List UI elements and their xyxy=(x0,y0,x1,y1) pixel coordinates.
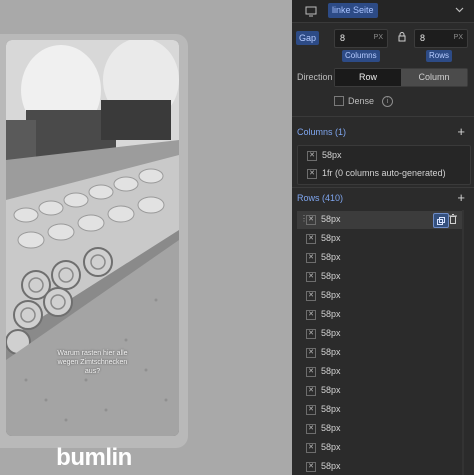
direction-column-button[interactable]: Column xyxy=(401,69,467,86)
phone-frame: Warum rasten hier alle wegen Zimtschneck… xyxy=(0,34,188,471)
gap-rows-label: Rows xyxy=(426,50,453,62)
panel-topbar: linke Seite xyxy=(292,0,474,23)
brand-logo: bumlin xyxy=(56,444,132,471)
row-track-item[interactable]: ✕ 58px xyxy=(297,458,462,475)
grid-track-icon: ✕ xyxy=(306,234,316,244)
grid-track-icon: ✕ xyxy=(306,253,316,263)
column-track-item[interactable]: ✕ 1fr (0 columns auto-generated) xyxy=(298,165,470,183)
grid-track-icon: ✕ xyxy=(306,367,316,377)
columns-section-title[interactable]: Columns (1) xyxy=(297,127,346,137)
direction-toggle: Row Column xyxy=(334,68,468,87)
direction-row-button[interactable]: Row xyxy=(335,69,401,86)
row-track-size: 58px xyxy=(321,347,341,357)
dense-label: Dense xyxy=(348,96,375,106)
grid-track-icon: ✕ xyxy=(307,169,317,179)
row-track-size: 58px xyxy=(321,214,341,224)
add-row-plus-icon[interactable]: + xyxy=(457,191,465,204)
gap-columns-unit[interactable]: PX xyxy=(374,34,383,41)
row-track-item[interactable]: ✕ 58px xyxy=(297,439,462,457)
lock-icon[interactable] xyxy=(398,32,406,44)
column-track-size: 1fr (0 columns auto-generated) xyxy=(322,168,446,178)
gap-columns-value: 8 xyxy=(340,33,346,43)
column-track-size: 58px xyxy=(322,150,342,160)
row-track-size: 58px xyxy=(321,290,341,300)
rows-list: ⋮ ✕ 58px ✕ 58px ✕ 58px ✕ 58px ✕ 58px ✕ 58px ✕… xyxy=(297,210,469,475)
row-track-size: 58px xyxy=(321,252,341,262)
row-track-item[interactable]: ✕ 58px xyxy=(297,306,462,324)
divider xyxy=(292,116,474,117)
add-column-plus-icon[interactable]: + xyxy=(457,125,465,138)
row-track-item[interactable]: ✕ 58px xyxy=(297,420,462,438)
desktop-icon[interactable] xyxy=(304,4,318,18)
row-track-size: 58px xyxy=(321,271,341,281)
dense-checkbox[interactable] xyxy=(334,96,344,106)
caption-line: Warum rasten hier alle xyxy=(57,350,128,357)
grid-track-icon: ✕ xyxy=(306,462,316,472)
rows-section-title[interactable]: Rows (410) xyxy=(297,193,343,203)
caption-line: wegen Zimtschnecken xyxy=(57,359,128,366)
grid-settings-panel: linke Seite Gap 8 PX 8 PX Columns Rows D… xyxy=(292,0,474,475)
canvas-area: Warum rasten hier alle wegen Zimtschneck… xyxy=(0,0,292,475)
grid-track-icon: ✕ xyxy=(306,424,316,434)
caption-line: aus? xyxy=(84,368,101,375)
grid-track-icon: ✕ xyxy=(306,348,316,358)
grid-track-icon: ✕ xyxy=(306,386,316,396)
trash-icon[interactable] xyxy=(449,214,457,226)
row-track-item[interactable]: ✕ 58px xyxy=(297,268,462,286)
row-track-item[interactable]: ✕ 58px xyxy=(297,401,462,419)
hero-image[interactable]: Warum rasten hier alle wegen Zimtschneck… xyxy=(6,40,179,436)
gap-rows-unit[interactable]: PX xyxy=(454,34,463,41)
divider xyxy=(292,187,474,188)
row-track-size: 58px xyxy=(321,423,341,433)
columns-list: ✕ 58px ✕ 1fr (0 columns auto-generated) xyxy=(297,145,471,185)
grid-track-icon: ✕ xyxy=(306,443,316,453)
row-track-size: 58px xyxy=(321,404,341,414)
direction-label: Direction xyxy=(297,72,333,82)
row-track-item[interactable]: ✕ 58px xyxy=(297,325,462,343)
row-track-item[interactable]: ✕ 58px xyxy=(297,249,462,267)
row-track-item[interactable]: ✕ 58px xyxy=(297,344,462,362)
grid-track-icon: ✕ xyxy=(306,310,316,320)
row-track-item[interactable]: ⋮ ✕ 58px xyxy=(297,211,462,229)
image-caption: Warum rasten hier alle wegen Zimtschneck… xyxy=(6,349,179,376)
gap-columns-input[interactable]: 8 PX xyxy=(334,29,388,48)
gap-columns-label: Columns xyxy=(342,50,380,62)
row-track-size: 58px xyxy=(321,309,341,319)
row-track-size: 58px xyxy=(321,461,341,471)
grid-track-icon: ✕ xyxy=(306,291,316,301)
row-track-item[interactable]: ✕ 58px xyxy=(297,287,462,305)
row-track-size: 58px xyxy=(321,328,341,338)
column-track-item[interactable]: ✕ 58px xyxy=(298,147,470,165)
row-track-size: 58px xyxy=(321,385,341,395)
gap-label[interactable]: Gap xyxy=(296,31,320,45)
grid-track-icon: ✕ xyxy=(307,151,317,161)
chevron-down-icon[interactable] xyxy=(455,5,464,16)
duplicate-icon[interactable] xyxy=(433,213,449,228)
row-track-item[interactable]: ✕ 58px xyxy=(297,363,462,381)
gap-rows-input[interactable]: 8 PX xyxy=(414,29,468,48)
row-track-size: 58px xyxy=(321,366,341,376)
row-track-item[interactable]: ✕ 58px xyxy=(297,230,462,248)
grid-track-icon: ✕ xyxy=(306,272,316,282)
grid-track-icon: ✕ xyxy=(306,329,316,339)
rows-scrollbar[interactable] xyxy=(462,210,464,475)
row-track-size: 58px xyxy=(321,442,341,452)
breakpoint-link[interactable]: linke Seite xyxy=(328,3,378,18)
row-track-size: 58px xyxy=(321,233,341,243)
gap-rows-value: 8 xyxy=(420,33,426,43)
grid-track-icon: ✕ xyxy=(306,405,316,415)
bakery-photo-illustration xyxy=(6,40,179,436)
info-icon[interactable]: i xyxy=(382,96,393,107)
row-track-item[interactable]: ✕ 58px xyxy=(297,382,462,400)
grid-track-icon: ✕ xyxy=(306,215,316,225)
